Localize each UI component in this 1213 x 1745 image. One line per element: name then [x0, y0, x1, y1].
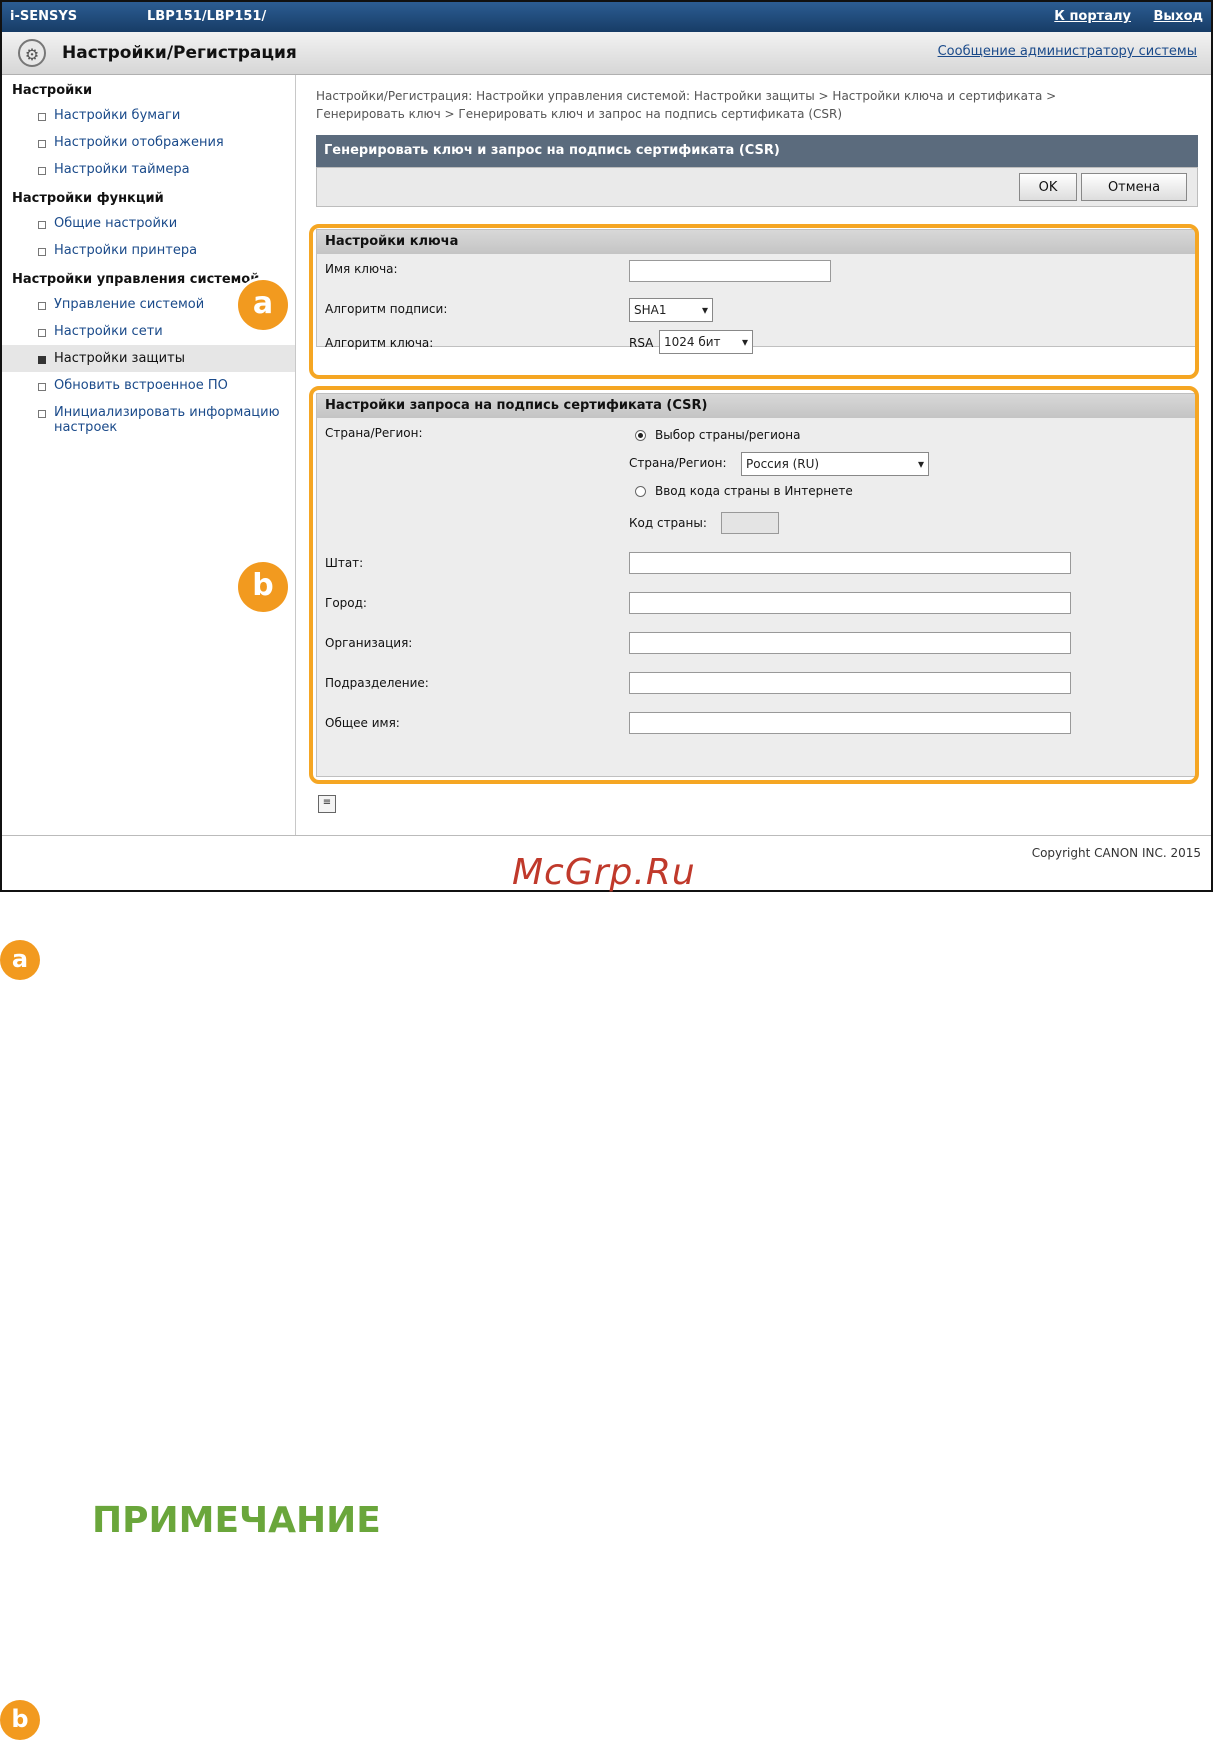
note-heading: ПРИМЕЧАНИЕ: [92, 1500, 381, 1541]
sidebar-item-security[interactable]: Настройки защиты: [2, 345, 295, 372]
page-title: Настройки/Регистрация: [62, 43, 297, 63]
cancel-button[interactable]: Отмена: [1081, 173, 1187, 201]
breadcrumb: Настройки/Регистрация: Настройки управле…: [316, 89, 1057, 121]
top-bar: i-SENSYS LBP151/LBP151/ К порталу Выход: [2, 2, 1211, 32]
ok-button[interactable]: OK: [1019, 173, 1077, 201]
portal-link[interactable]: К порталу: [1054, 9, 1131, 24]
sidebar-item-printer[interactable]: Настройки принтера: [2, 237, 295, 264]
settings-logo-icon: ⚙: [18, 39, 46, 67]
legend-badge-a: a: [0, 940, 40, 980]
badge-a: a: [238, 280, 288, 330]
brand-label: i-SENSYS: [10, 9, 78, 24]
copyright: Copyright CANON INC. 2015: [1031, 846, 1201, 860]
top-links: К порталу Выход: [1036, 9, 1203, 24]
legend-badge-b: b: [0, 1700, 40, 1740]
sidebar-group-functions: Настройки функций: [12, 191, 164, 206]
page-top-icon[interactable]: ≡: [318, 795, 336, 813]
watermark: McGrp.Ru: [512, 852, 696, 893]
highlight-frame-a: [309, 224, 1199, 379]
sidebar-item-firmware[interactable]: Обновить встроенное ПО: [2, 372, 295, 399]
model-label: LBP151/LBP151/: [147, 9, 267, 24]
admin-message-link[interactable]: Сообщение администратору системы: [938, 44, 1197, 59]
title-bar: ⚙ Настройки/Регистрация Сообщение админи…: [2, 32, 1211, 75]
badge-b: b: [238, 562, 288, 612]
sidebar-item-paper[interactable]: Настройки бумаги: [2, 102, 295, 129]
panel-button-bar: OK Отмена: [316, 167, 1198, 207]
sidebar-group-settings: Настройки: [12, 83, 93, 98]
sidebar-item-timer[interactable]: Настройки таймера: [2, 156, 295, 183]
sidebar: Настройки Настройки бумаги Настройки ото…: [2, 75, 296, 835]
panel-title: Генерировать ключ и запрос на подпись се…: [316, 135, 1198, 167]
logout-link[interactable]: Выход: [1154, 9, 1203, 24]
sidebar-item-display[interactable]: Настройки отображения: [2, 129, 295, 156]
browser-screenshot: i-SENSYS LBP151/LBP151/ К порталу Выход …: [0, 0, 1213, 892]
highlight-frame-b: [309, 386, 1199, 784]
sidebar-item-init[interactable]: Инициализировать информацию настроек: [2, 399, 295, 441]
sidebar-item-general[interactable]: Общие настройки: [2, 210, 295, 237]
